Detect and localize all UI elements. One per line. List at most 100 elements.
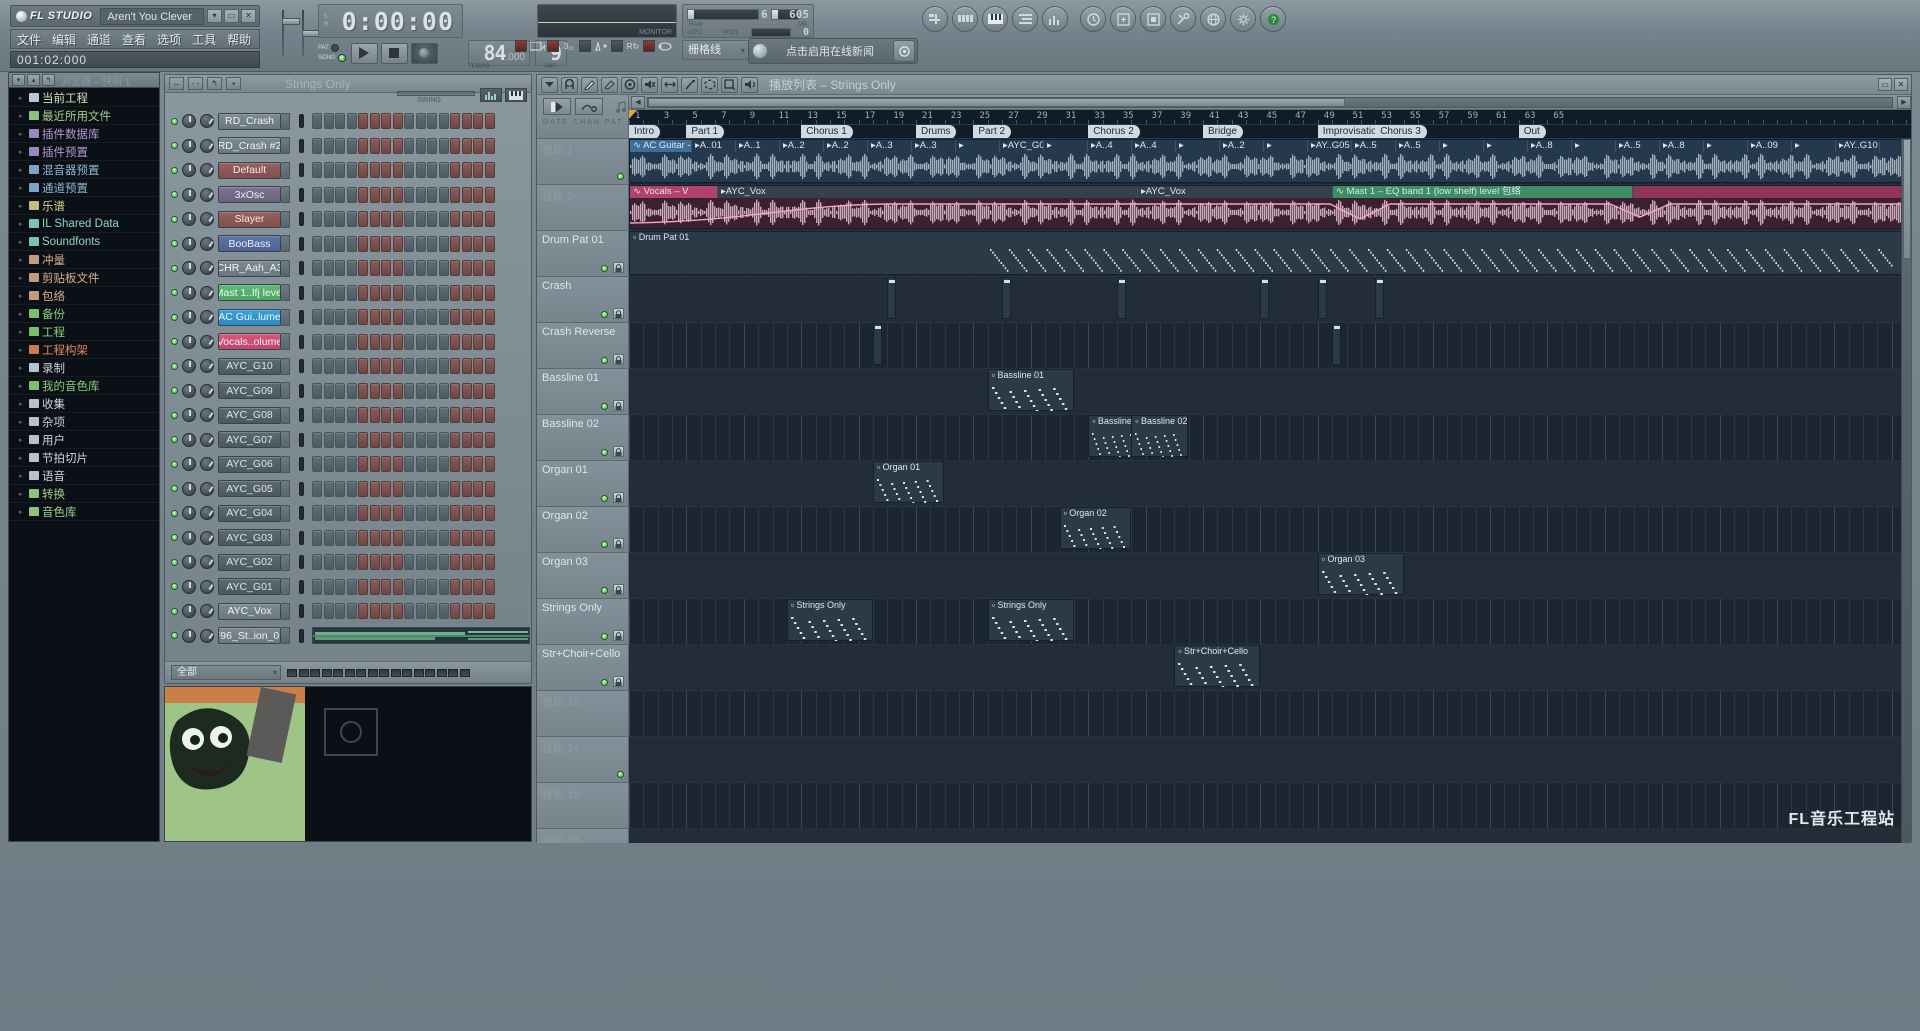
- channel-row[interactable]: Mast 1..lfj level: [165, 281, 531, 306]
- channel-row[interactable]: BooBass: [165, 232, 531, 257]
- channel-volume-knob[interactable]: [200, 187, 214, 202]
- step-button[interactable]: [484, 162, 495, 179]
- channel-row[interactable]: AYC_G06: [165, 452, 531, 477]
- channel-enable-led[interactable]: [171, 558, 178, 566]
- track-lane[interactable]: [629, 645, 1911, 691]
- step-button[interactable]: [335, 309, 345, 326]
- track-enable-led[interactable]: [617, 771, 624, 778]
- step-button[interactable]: [473, 235, 483, 252]
- track-mode-button[interactable]: [543, 98, 571, 115]
- step-button[interactable]: [346, 529, 357, 546]
- pat-led[interactable]: [330, 44, 339, 52]
- tempo-tap-icon[interactable]: [1080, 6, 1106, 32]
- lock-icon[interactable]: [613, 262, 624, 273]
- step-button[interactable]: [358, 235, 368, 252]
- step-button[interactable]: [473, 137, 483, 154]
- expand-arrow-icon[interactable]: ▸: [19, 346, 26, 354]
- lock-icon[interactable]: [613, 308, 624, 319]
- step-button[interactable]: [346, 578, 357, 595]
- menu-file[interactable]: 文件: [17, 31, 41, 48]
- playlist-marker[interactable]: Chorus 3: [1375, 125, 1427, 138]
- step-button[interactable]: [415, 260, 426, 277]
- pattern-clip[interactable]: ▫ Bassline 02: [1131, 415, 1189, 460]
- step-button[interactable]: [461, 260, 472, 277]
- step-button[interactable]: [323, 578, 334, 595]
- channel-name-button[interactable]: AYC_G05: [218, 480, 281, 498]
- step-button[interactable]: [346, 186, 357, 203]
- step-button[interactable]: [381, 382, 391, 399]
- step-button[interactable]: [381, 137, 391, 154]
- step-button[interactable]: [392, 235, 403, 252]
- browser-item-21[interactable]: ▸ 语音: [9, 467, 159, 485]
- channel-mute-pip[interactable]: [299, 114, 304, 129]
- browser-item-15[interactable]: ▸ 录制: [9, 359, 159, 377]
- step-button[interactable]: [323, 603, 334, 620]
- pattern-clip[interactable]: ▫ Str+Choir+Cello: [1174, 645, 1261, 690]
- channel-mute-pip[interactable]: [299, 236, 304, 251]
- step-sequencer-row[interactable]: [312, 333, 495, 350]
- expand-arrow-icon[interactable]: ▸: [19, 220, 26, 228]
- browser-back-button[interactable]: ↰: [42, 74, 55, 86]
- step-button[interactable]: [438, 211, 449, 228]
- browser-item-4[interactable]: ▸ 混音器预置: [9, 161, 159, 179]
- step-button[interactable]: [438, 407, 449, 424]
- step-button[interactable]: [438, 431, 449, 448]
- step-button[interactable]: [381, 260, 391, 277]
- step-button[interactable]: [369, 431, 380, 448]
- paint-icon[interactable]: [601, 76, 618, 93]
- step-button[interactable]: [369, 480, 380, 497]
- channel-mute-pip[interactable]: [299, 334, 304, 349]
- step-button[interactable]: [392, 162, 403, 179]
- channel-pan-knob[interactable]: [182, 285, 196, 300]
- channel-volume-knob[interactable]: [200, 432, 214, 447]
- step-button[interactable]: [461, 578, 472, 595]
- step-button[interactable]: [415, 382, 426, 399]
- channel-mute-pip[interactable]: [299, 530, 304, 545]
- step-button[interactable]: [427, 358, 437, 375]
- pattern-clip-hit[interactable]: [1116, 277, 1126, 319]
- channel-name-button[interactable]: F96_St..ion_01: [218, 627, 281, 645]
- settings-icon[interactable]: [1230, 6, 1256, 32]
- channel-row[interactable]: CHR_Aah_A3: [165, 256, 531, 281]
- channel-row[interactable]: AYC_G07: [165, 428, 531, 453]
- channel-enable-led[interactable]: [171, 117, 178, 125]
- channel-enable-led[interactable]: [171, 166, 178, 174]
- pattern-clip-hit[interactable]: [1317, 277, 1327, 319]
- channel-enable-led[interactable]: [171, 338, 178, 346]
- step-button[interactable]: [312, 603, 322, 620]
- channel-row[interactable]: AYC_G05: [165, 477, 531, 502]
- step-button[interactable]: [358, 431, 368, 448]
- lock-icon[interactable]: [613, 354, 624, 365]
- channel-mute-pip[interactable]: [299, 310, 304, 325]
- step-button[interactable]: [450, 358, 460, 375]
- track-lane[interactable]: [629, 507, 1911, 553]
- channel-enable-led[interactable]: [171, 485, 178, 493]
- step-button[interactable]: [323, 113, 334, 130]
- playlist-icon[interactable]: [922, 6, 948, 32]
- step-button[interactable]: [461, 382, 472, 399]
- step-sequencer-row[interactable]: [312, 603, 495, 620]
- step-button[interactable]: [427, 211, 437, 228]
- audio-clip-vocals[interactable]: ∿ Vocals – V ▸AYC_Vox ▸AYC_Vox ∿ Mast 1 – E…: [629, 185, 1911, 229]
- step-button[interactable]: [404, 211, 414, 228]
- step-button[interactable]: [484, 529, 495, 546]
- step-sequencer-row[interactable]: [312, 407, 495, 424]
- playlist-track-7[interactable]: Bassline 02: [537, 415, 628, 461]
- channel-volume-knob[interactable]: [200, 383, 214, 398]
- playlist-track-12[interactable]: Str+Choir+Cello: [537, 645, 628, 691]
- channel-name-button[interactable]: RD_Crash #2: [218, 137, 281, 155]
- plugin-picker-icon[interactable]: [1110, 6, 1136, 32]
- expand-arrow-icon[interactable]: ▸: [19, 328, 26, 336]
- channel-row[interactable]: AYC_G10: [165, 354, 531, 379]
- step-sequencer-row[interactable]: [312, 431, 495, 448]
- step-button[interactable]: [473, 480, 483, 497]
- step-button[interactable]: [346, 382, 357, 399]
- channel-name-button[interactable]: AC Gui..lume: [218, 308, 281, 326]
- step-button[interactable]: [450, 480, 460, 497]
- channel-row[interactable]: F96_St..ion_01: [165, 624, 531, 649]
- channel-mute-pip[interactable]: [299, 555, 304, 570]
- toggle-multilink[interactable]: [547, 40, 559, 52]
- lock-icon[interactable]: [613, 538, 624, 549]
- pattern-clip[interactable]: ▫ Organ 01: [872, 461, 945, 506]
- step-button[interactable]: [404, 382, 414, 399]
